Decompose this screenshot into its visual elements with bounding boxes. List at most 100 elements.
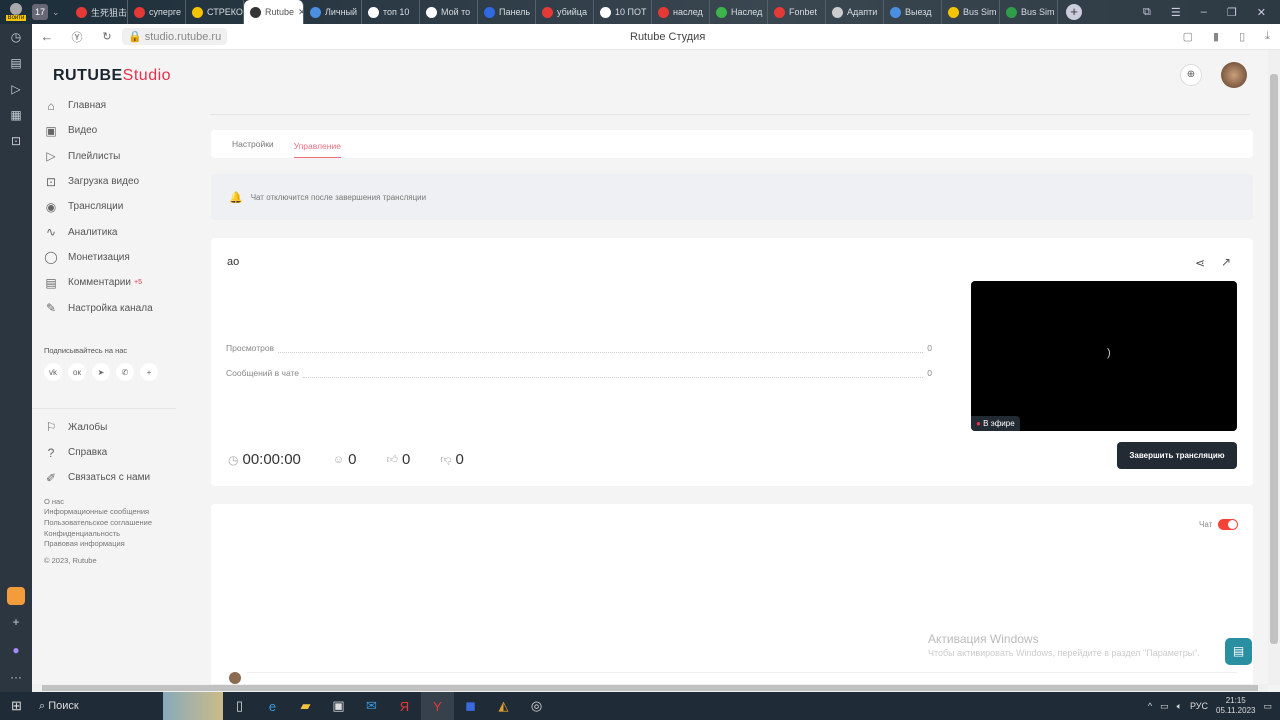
browser-tab[interactable]: Bus Sim <box>942 0 1000 24</box>
create-button[interactable]: ⊕ <box>1180 64 1202 86</box>
tab-list-chevron-icon[interactable]: ⌄ <box>52 7 70 18</box>
clock[interactable]: 21:15 05.11.2023 <box>1216 696 1255 716</box>
download-icon[interactable]: ⤓ <box>1265 30 1270 43</box>
extensions-icon[interactable]: ▢ <box>1183 30 1193 43</box>
back-button[interactable]: ← <box>32 29 62 44</box>
screenshot-icon[interactable]: ⊡ <box>0 128 32 154</box>
volume-icon[interactable]: 🔈︎ <box>1177 701 1182 712</box>
footer-link[interactable]: Пользовательское соглашение <box>32 518 212 529</box>
browser-tab[interactable]: Fonbet <box>768 0 826 24</box>
telegram-icon[interactable]: ➤ <box>92 363 110 382</box>
browser-tab[interactable]: топ 10 <box>362 0 420 24</box>
favicon-icon <box>192 6 203 18</box>
store-icon[interactable]: ▣ <box>322 692 355 720</box>
footer-link[interactable]: Информационные сообщения <box>32 507 212 518</box>
play-icon[interactable]: ▷ <box>0 76 32 102</box>
collections-icon[interactable]: ⧉ <box>1143 6 1151 19</box>
reload-button[interactable]: ↻ <box>92 30 122 43</box>
bookmark-icon[interactable]: ▮ <box>1213 30 1219 43</box>
share-icon[interactable]: ⋖ <box>1195 256 1205 270</box>
horizontal-scrollbar[interactable] <box>32 684 1268 692</box>
taskbar-search[interactable]: ⌕ Поиск <box>33 700 163 713</box>
browser-tab[interactable]: суперге <box>128 0 186 24</box>
end-stream-button[interactable]: Завершить трансляцию <box>1117 442 1237 469</box>
tray-chevron-icon[interactable]: ^ <box>1148 701 1152 711</box>
notes-icon[interactable]: ▤ <box>0 50 32 76</box>
rutube-studio-logo[interactable]: RUTUBEStudio <box>32 50 212 93</box>
sidebar-item[interactable]: ▷ Плейлисты <box>32 144 212 169</box>
profile-button[interactable]: Войти <box>0 3 32 21</box>
sidebar-item[interactable]: ✎ Настройка канала <box>32 295 212 320</box>
tab-count[interactable]: 17 <box>32 4 48 20</box>
browser-tab[interactable]: 生死狙击 <box>70 0 128 24</box>
minimize-button[interactable]: – <box>1201 6 1207 19</box>
browser-tab[interactable]: Bus Sim <box>1000 0 1058 24</box>
chat-toggle[interactable] <box>1218 519 1238 530</box>
browser-tab[interactable]: СТРЕКО <box>186 0 244 24</box>
sidebar-item[interactable]: ⚐ Жалобы <box>32 415 212 440</box>
external-link-icon[interactable]: ↗ <box>1221 255 1231 269</box>
browser-tab[interactable]: Панель <box>478 0 536 24</box>
edge-icon[interactable]: e <box>256 692 289 720</box>
task-view-icon[interactable]: ▯ <box>223 692 256 720</box>
sidebar-item[interactable]: ✐ Связаться с нами <box>32 465 212 490</box>
support-chat-button[interactable]: ▤ <box>1225 638 1252 665</box>
browser-tab[interactable]: Адапти <box>826 0 884 24</box>
explorer-icon[interactable]: ▰ <box>289 692 322 720</box>
sidebar-item[interactable]: ◉ Трансляции <box>32 194 212 219</box>
ok-icon[interactable]: ок <box>68 363 86 382</box>
restore-button[interactable]: ❐ <box>1227 6 1237 19</box>
app-icon[interactable]: ◼ <box>454 692 487 720</box>
vertical-scrollbar[interactable] <box>1268 50 1280 685</box>
browser-tab[interactable]: 10 ПОТ <box>594 0 652 24</box>
browser-tab[interactable]: Наслед <box>710 0 768 24</box>
browser-tab[interactable]: убийца <box>536 0 594 24</box>
tab-manage[interactable]: Управление <box>293 131 341 158</box>
broadcast-icon: ◉ <box>45 199 57 214</box>
paint-icon[interactable]: ◭ <box>487 692 520 720</box>
network-icon[interactable]: ▭ <box>1160 701 1169 712</box>
browser-tab[interactable]: Мой то <box>420 0 478 24</box>
sidebar-item[interactable]: ▣ Видео <box>32 118 212 143</box>
reader-icon[interactable]: ▯ <box>1239 30 1245 43</box>
mail-app-icon[interactable]: ✉ <box>355 692 388 720</box>
obs-icon[interactable]: ◎ <box>520 692 553 720</box>
yandex-app-icon[interactable]: Я <box>388 692 421 720</box>
dotted-leader <box>278 345 924 353</box>
sidebar-item[interactable]: ⌂ Главная <box>32 93 212 118</box>
notifications-icon[interactable]: ▭ <box>1263 701 1272 712</box>
yandex-browser-icon[interactable]: Y <box>421 692 454 720</box>
footer-link[interactable]: Правовая информация <box>32 539 212 550</box>
favicon-icon <box>484 6 495 18</box>
browser-tab[interactable]: Rutube✕ <box>244 0 304 24</box>
add-panel-icon[interactable]: + <box>0 609 32 635</box>
history-icon[interactable]: ◷ <box>0 24 32 50</box>
url-field[interactable]: 🔒 studio.rutube.ru <box>122 28 228 45</box>
footer-link[interactable]: О нас <box>32 497 212 508</box>
mail-icon[interactable] <box>7 587 25 605</box>
browser-tab[interactable]: Личный <box>304 0 362 24</box>
video-player[interactable]: ) ● В эфире <box>971 281 1237 431</box>
sidebar-item[interactable]: ∿ Аналитика <box>32 219 212 244</box>
yandex-icon[interactable]: Ⓨ <box>62 29 92 45</box>
new-tab-button[interactable]: + <box>1066 4 1082 20</box>
browser-tab[interactable]: наслед <box>652 0 710 24</box>
tab-settings[interactable]: Настройки <box>232 139 274 149</box>
language-indicator[interactable]: РУС <box>1190 701 1208 711</box>
sidebar-item[interactable]: ? Справка <box>32 440 212 465</box>
calendar-icon[interactable]: ▦ <box>0 102 32 128</box>
browser-tab[interactable]: Выезд <box>884 0 942 24</box>
start-button[interactable]: ⊞ <box>0 692 33 720</box>
sidebar-item[interactable]: ◯ Монетизация <box>32 245 212 270</box>
sidebar-item[interactable]: ▤ Комментарии +5 <box>32 270 212 295</box>
alice-icon[interactable]: ● <box>0 637 32 663</box>
viber-icon[interactable]: ✆ <box>116 363 134 382</box>
avatar[interactable] <box>1221 62 1247 88</box>
close-window-button[interactable]: ✕ <box>1257 6 1266 19</box>
menu-icon[interactable]: ☰ <box>1171 6 1181 19</box>
vk-icon[interactable]: vk <box>44 363 62 382</box>
more-icon[interactable]: ··· <box>0 664 32 690</box>
more-icon[interactable]: + <box>140 363 158 382</box>
footer-link[interactable]: Конфиденциальность <box>32 529 212 540</box>
sidebar-item[interactable]: ⊡ Загрузка видео <box>32 169 212 194</box>
